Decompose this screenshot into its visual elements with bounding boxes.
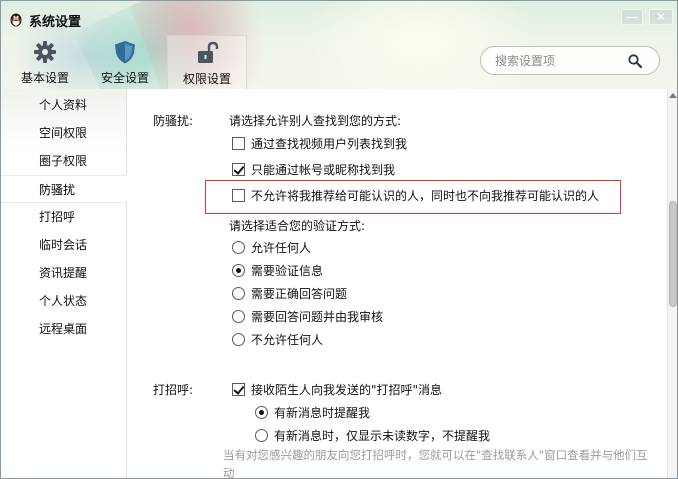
tab-permission-settings[interactable]: 权限设置 [167,35,247,89]
option-label: 有新消息时提醒我 [274,405,371,420]
find-option-video-list[interactable]: 通过查找视频用户列表找到我 [232,134,407,152]
search-icon[interactable] [627,53,643,69]
close-icon: ✕ [655,10,667,24]
greeting-section-label: 打招呼: [153,383,194,397]
option-label: 允许任何人 [251,240,312,255]
gear-icon [34,41,56,63]
radio-button[interactable] [232,309,245,323]
sidebar-item-profile[interactable]: 个人资料 [1,91,126,119]
tab-label: 权限设置 [182,72,231,86]
unlock-icon [198,41,219,63]
option-label: 需要正确回答问题 [251,286,348,301]
tab-basic-settings[interactable]: 基本设置 [7,35,83,89]
checkbox[interactable] [232,382,245,396]
close-button[interactable]: ✕ [649,9,673,25]
scrollbar-thumb[interactable] [669,201,677,307]
option-label: 不允许将我推荐给可能认识的人，同时也不向我推荐可能认识的人 [251,188,600,203]
penguin-app-icon [10,13,22,27]
vertical-scrollbar[interactable] [667,89,677,478]
minimize-icon: — [626,10,638,24]
option-label: 有新消息时，仅显示未读数字，不提醒我 [274,428,491,443]
option-label: 通过查找视频用户列表找到我 [251,136,408,151]
minimize-button[interactable]: — [621,9,643,25]
tab-security-settings[interactable]: 安全设置 [87,35,163,89]
greeting-hint-text: 当有对您感兴趣的朋友向您打招呼时，您就可以在"查找联系人"窗口查看并与他们互动 [223,448,648,479]
verify-option-answer-question[interactable]: 需要正确回答问题 [232,284,347,302]
verify-option-answer-and-review[interactable]: 需要回答问题并由我审核 [232,307,383,325]
checkbox[interactable] [232,162,245,176]
verify-option-deny-all[interactable]: 不允许任何人 [232,330,323,348]
scroll-up-arrow-icon[interactable] [669,93,677,98]
verify-option-allow-anyone[interactable]: 允许任何人 [232,238,311,256]
greeting-count-only-option[interactable]: 有新消息时，仅显示未读数字，不提醒我 [255,426,490,444]
checkbox[interactable] [232,188,245,202]
radio-button[interactable] [232,263,245,277]
settings-window: 系统设置 — ✕ 基本设置 安全设置 权限设置 搜索设置项 个人资料 空间权限 … [0,0,678,479]
sidebar: 个人资料 空间权限 圈子权限 防骚扰 打招呼 临时会话 资讯提醒 个人状态 远程… [1,89,128,478]
sidebar-item-greeting[interactable]: 打招呼 [1,203,126,231]
find-option-no-recommend[interactable]: 不允许将我推荐给可能认识的人，同时也不向我推荐可能认识的人 [232,186,599,204]
radio-button[interactable] [232,286,245,300]
header-decoration [301,1,541,89]
sidebar-item-temp-chat[interactable]: 临时会话 [1,231,126,259]
tab-label: 安全设置 [100,71,149,85]
sidebar-item-news-alerts[interactable]: 资讯提醒 [1,259,126,287]
find-option-account-only[interactable]: 只能通过帐号或昵称找到我 [232,160,395,178]
tab-label: 基本设置 [20,71,69,85]
option-label: 不允许任何人 [251,332,324,347]
radio-button[interactable] [255,428,268,442]
option-label: 需要验证信息 [251,263,324,278]
checkbox[interactable] [232,136,245,150]
option-label: 需要回答问题并由我审核 [251,309,384,324]
verify-option-need-verify-info[interactable]: 需要验证信息 [232,261,323,279]
greeting-accept-option[interactable]: 接收陌生人向我发送的"打招呼"消息 [232,380,442,398]
sidebar-item-circle-permission[interactable]: 圈子权限 [1,147,126,175]
greeting-remind-option[interactable]: 有新消息时提醒我 [255,403,370,421]
sidebar-item-space-permission[interactable]: 空间权限 [1,119,126,147]
radio-button[interactable] [232,332,245,346]
header-bar: 系统设置 — ✕ 基本设置 安全设置 权限设置 搜索设置项 [1,1,677,89]
verify-method-prompt: 请选择适合您的验证方式: [229,219,366,233]
sidebar-item-personal-status[interactable]: 个人状态 [1,287,126,315]
settings-content: 防骚扰: 请选择允许别人查找到您的方式: 通过查找视频用户列表找到我 只能通过帐… [127,89,667,479]
shield-icon [115,41,135,64]
radio-button[interactable] [232,240,245,254]
window-title: 系统设置 [29,15,82,30]
radio-button[interactable] [255,405,268,419]
option-label: 只能通过帐号或昵称找到我 [251,162,396,177]
search-box[interactable] [480,46,660,75]
sidebar-item-remote-desktop[interactable]: 远程桌面 [1,315,126,343]
sidebar-item-anti-harass[interactable]: 防骚扰 [1,175,128,203]
find-method-prompt: 请选择允许别人查找到您的方式: [229,114,402,128]
anti-harass-section-label: 防骚扰: [153,114,194,128]
search-input[interactable] [495,53,625,69]
option-label: 接收陌生人向我发送的"打招呼"消息 [251,382,443,397]
